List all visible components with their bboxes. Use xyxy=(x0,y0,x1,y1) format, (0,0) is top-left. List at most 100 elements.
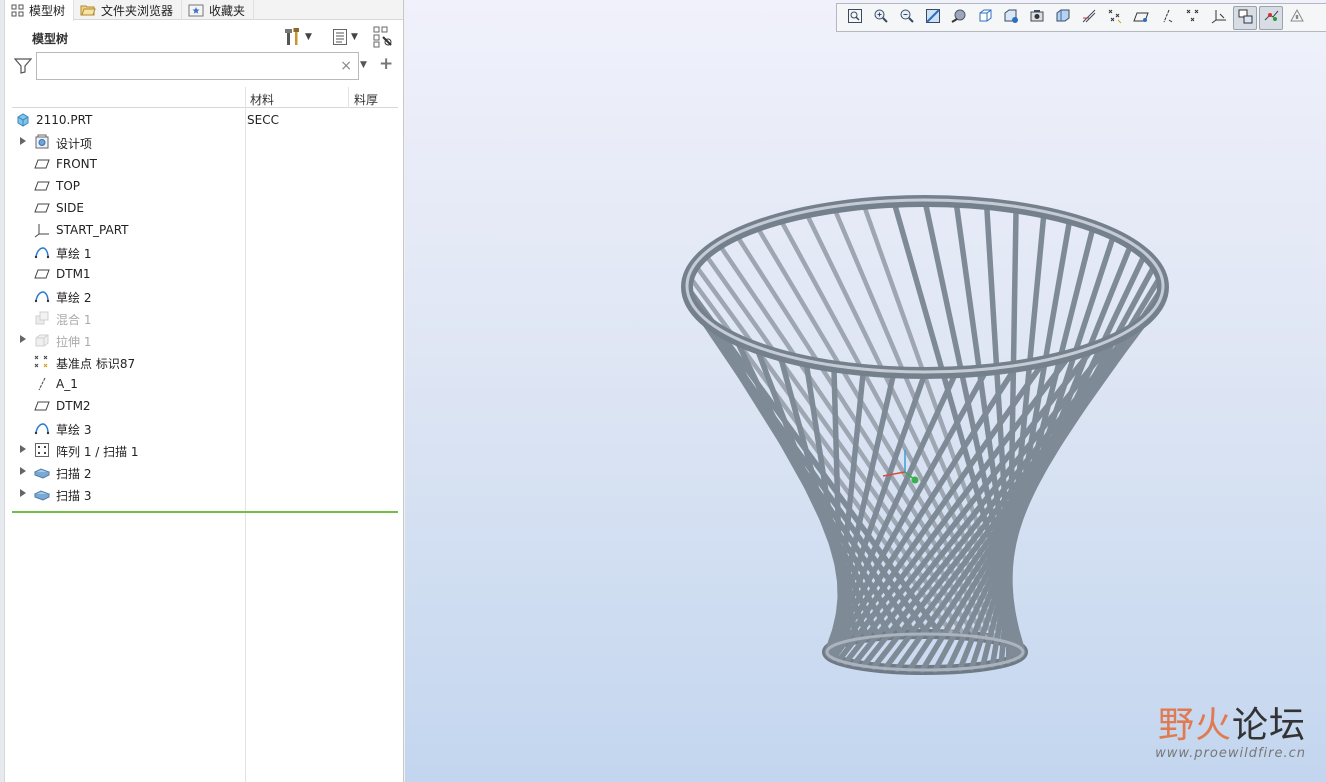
model-highlight-icon xyxy=(1237,8,1253,27)
tree-item[interactable]: A_1 xyxy=(12,373,398,395)
tab-folder-browser[interactable]: 文件夹浏览器 xyxy=(74,0,183,20)
tree-item[interactable]: 基准点 标识87 xyxy=(12,351,398,373)
tree-item[interactable]: 扫描 2 xyxy=(12,461,398,483)
part-icon xyxy=(15,112,31,128)
pause-icon xyxy=(1289,8,1305,27)
datum-plane-display-icon xyxy=(1107,8,1123,27)
clear-icon[interactable]: × xyxy=(340,58,352,74)
model-tree-icon xyxy=(11,4,24,17)
pause-button[interactable] xyxy=(1284,6,1310,30)
tree-item-label: 草绘 2 xyxy=(56,291,92,305)
expand-arrow-icon[interactable] xyxy=(20,137,26,145)
tree-item[interactable]: 草绘 3 xyxy=(12,417,398,439)
csys-display-button[interactable] xyxy=(1180,6,1206,30)
spin-center-icon xyxy=(1211,8,1227,27)
datum-plane-icon xyxy=(34,156,50,172)
datum-point-icon xyxy=(34,354,50,370)
folder-browser-icon xyxy=(80,5,96,16)
tree-item[interactable]: START_PART xyxy=(12,219,398,241)
tree-item-label: FRONT xyxy=(56,157,97,171)
insert-here-marker[interactable] xyxy=(12,511,398,513)
basket-rod xyxy=(957,241,1134,672)
section-icon xyxy=(1055,8,1071,27)
zoom-in-button[interactable] xyxy=(868,6,894,30)
perspective-icon xyxy=(1029,8,1045,27)
search-input[interactable] xyxy=(37,53,337,79)
graphics-window[interactable]: 野火论坛 www.proewildfire.cn xyxy=(405,0,1326,782)
filter-icon[interactable] xyxy=(14,58,32,74)
watermark-brand-rest: 论坛 xyxy=(1231,705,1306,746)
tree-item-label: 扫描 3 xyxy=(56,489,92,503)
tree-item[interactable]: 拉伸 1 xyxy=(12,329,398,351)
point-display-button[interactable] xyxy=(1154,6,1180,30)
tree-item[interactable]: 混合 1 xyxy=(12,307,398,329)
tree-item[interactable]: DTM1 xyxy=(12,263,398,285)
section-button[interactable] xyxy=(1050,6,1076,30)
refit-button[interactable] xyxy=(842,6,868,30)
datum-plane-icon xyxy=(34,266,50,282)
column-header-material[interactable]: 材料 xyxy=(250,91,274,108)
datum-plane-icon xyxy=(34,200,50,216)
column-header-thickness[interactable]: 料厚 xyxy=(354,91,378,108)
tab-favorites[interactable]: 收藏夹 xyxy=(182,0,255,20)
tab-model-tree[interactable]: 模型树 xyxy=(5,0,75,21)
perspective-button[interactable] xyxy=(1024,6,1050,30)
tree-item-label: A_1 xyxy=(56,377,78,391)
display-style-button[interactable] xyxy=(1259,5,1283,30)
render-style-icon xyxy=(951,8,967,27)
tree-item[interactable]: 设计项 xyxy=(12,131,398,153)
tree-columns-button[interactable] xyxy=(373,26,395,48)
spin-center-button[interactable] xyxy=(1206,6,1232,30)
tree-item[interactable]: TOP xyxy=(12,175,398,197)
tree-item-label: 设计项 xyxy=(56,137,93,151)
expand-arrow-icon[interactable] xyxy=(20,445,26,453)
model-tree: 2110.PRT SECC 设计项 FRONT TOP SIDE START_PART 草绘 … xyxy=(12,109,398,505)
axis-display-button[interactable] xyxy=(1128,6,1154,30)
tree-item[interactable]: 阵列 1 / 扫描 1 xyxy=(12,439,398,461)
tree-item[interactable]: DTM2 xyxy=(12,395,398,417)
tree-item-label: 扫描 2 xyxy=(56,467,92,481)
settings-button[interactable]: ▼ xyxy=(284,26,312,48)
column-divider[interactable] xyxy=(348,87,349,108)
watermark-brand: 野火论坛 xyxy=(1155,696,1306,748)
view-manager-button[interactable] xyxy=(998,6,1024,30)
zoom-in-icon xyxy=(873,8,889,27)
tree-item[interactable]: SIDE xyxy=(12,197,398,219)
tree-item-label: 草绘 3 xyxy=(56,423,92,437)
repaint-button[interactable] xyxy=(920,6,946,30)
render-style-button[interactable] xyxy=(946,6,972,30)
navigator-tabs: 模型树 文件夹浏览器 收藏夹 xyxy=(5,0,403,21)
expand-arrow-icon[interactable] xyxy=(20,489,26,497)
tree-title: 模型树 xyxy=(32,32,69,46)
chevron-down-icon: ▼ xyxy=(351,32,358,42)
zoom-out-button[interactable] xyxy=(894,6,920,30)
tree-item-label: SIDE xyxy=(56,201,84,215)
datum-plane-display-button[interactable] xyxy=(1102,6,1128,30)
tree-root-row[interactable]: 2110.PRT SECC xyxy=(12,109,398,131)
expand-arrow-icon[interactable] xyxy=(20,467,26,475)
tree-item[interactable]: 草绘 1 xyxy=(12,241,398,263)
tree-item[interactable]: FRONT xyxy=(12,153,398,175)
expand-arrow-icon[interactable] xyxy=(20,335,26,343)
add-icon[interactable]: + xyxy=(379,54,393,74)
chevron-down-icon[interactable]: ▼ xyxy=(360,60,367,70)
model-highlight-button[interactable] xyxy=(1233,5,1257,30)
watermark-url: www.proewildfire.cn xyxy=(1155,746,1306,761)
annotation-display-button[interactable] xyxy=(1076,6,1102,30)
show-button[interactable]: ▼ xyxy=(332,26,358,48)
extrude-icon xyxy=(34,332,50,348)
tree-item-label: START_PART xyxy=(56,223,129,237)
zoom-out-icon xyxy=(899,8,915,27)
material-value: SECC xyxy=(247,113,279,127)
search-box[interactable]: × xyxy=(36,52,359,80)
tree-item-label: 2110.PRT xyxy=(36,113,93,127)
tree-item[interactable]: 扫描 3 xyxy=(12,483,398,505)
saved-orientations-button[interactable] xyxy=(972,6,998,30)
filter-row: × ▼ + xyxy=(5,52,403,82)
basket-model[interactable] xyxy=(405,0,1326,782)
sketch-icon xyxy=(34,420,50,436)
chevron-down-icon: ▼ xyxy=(305,32,312,42)
tree-item[interactable]: 草绘 2 xyxy=(12,285,398,307)
coordinate-system-icon xyxy=(34,222,50,238)
tree-filter-settings-icon xyxy=(373,26,392,48)
